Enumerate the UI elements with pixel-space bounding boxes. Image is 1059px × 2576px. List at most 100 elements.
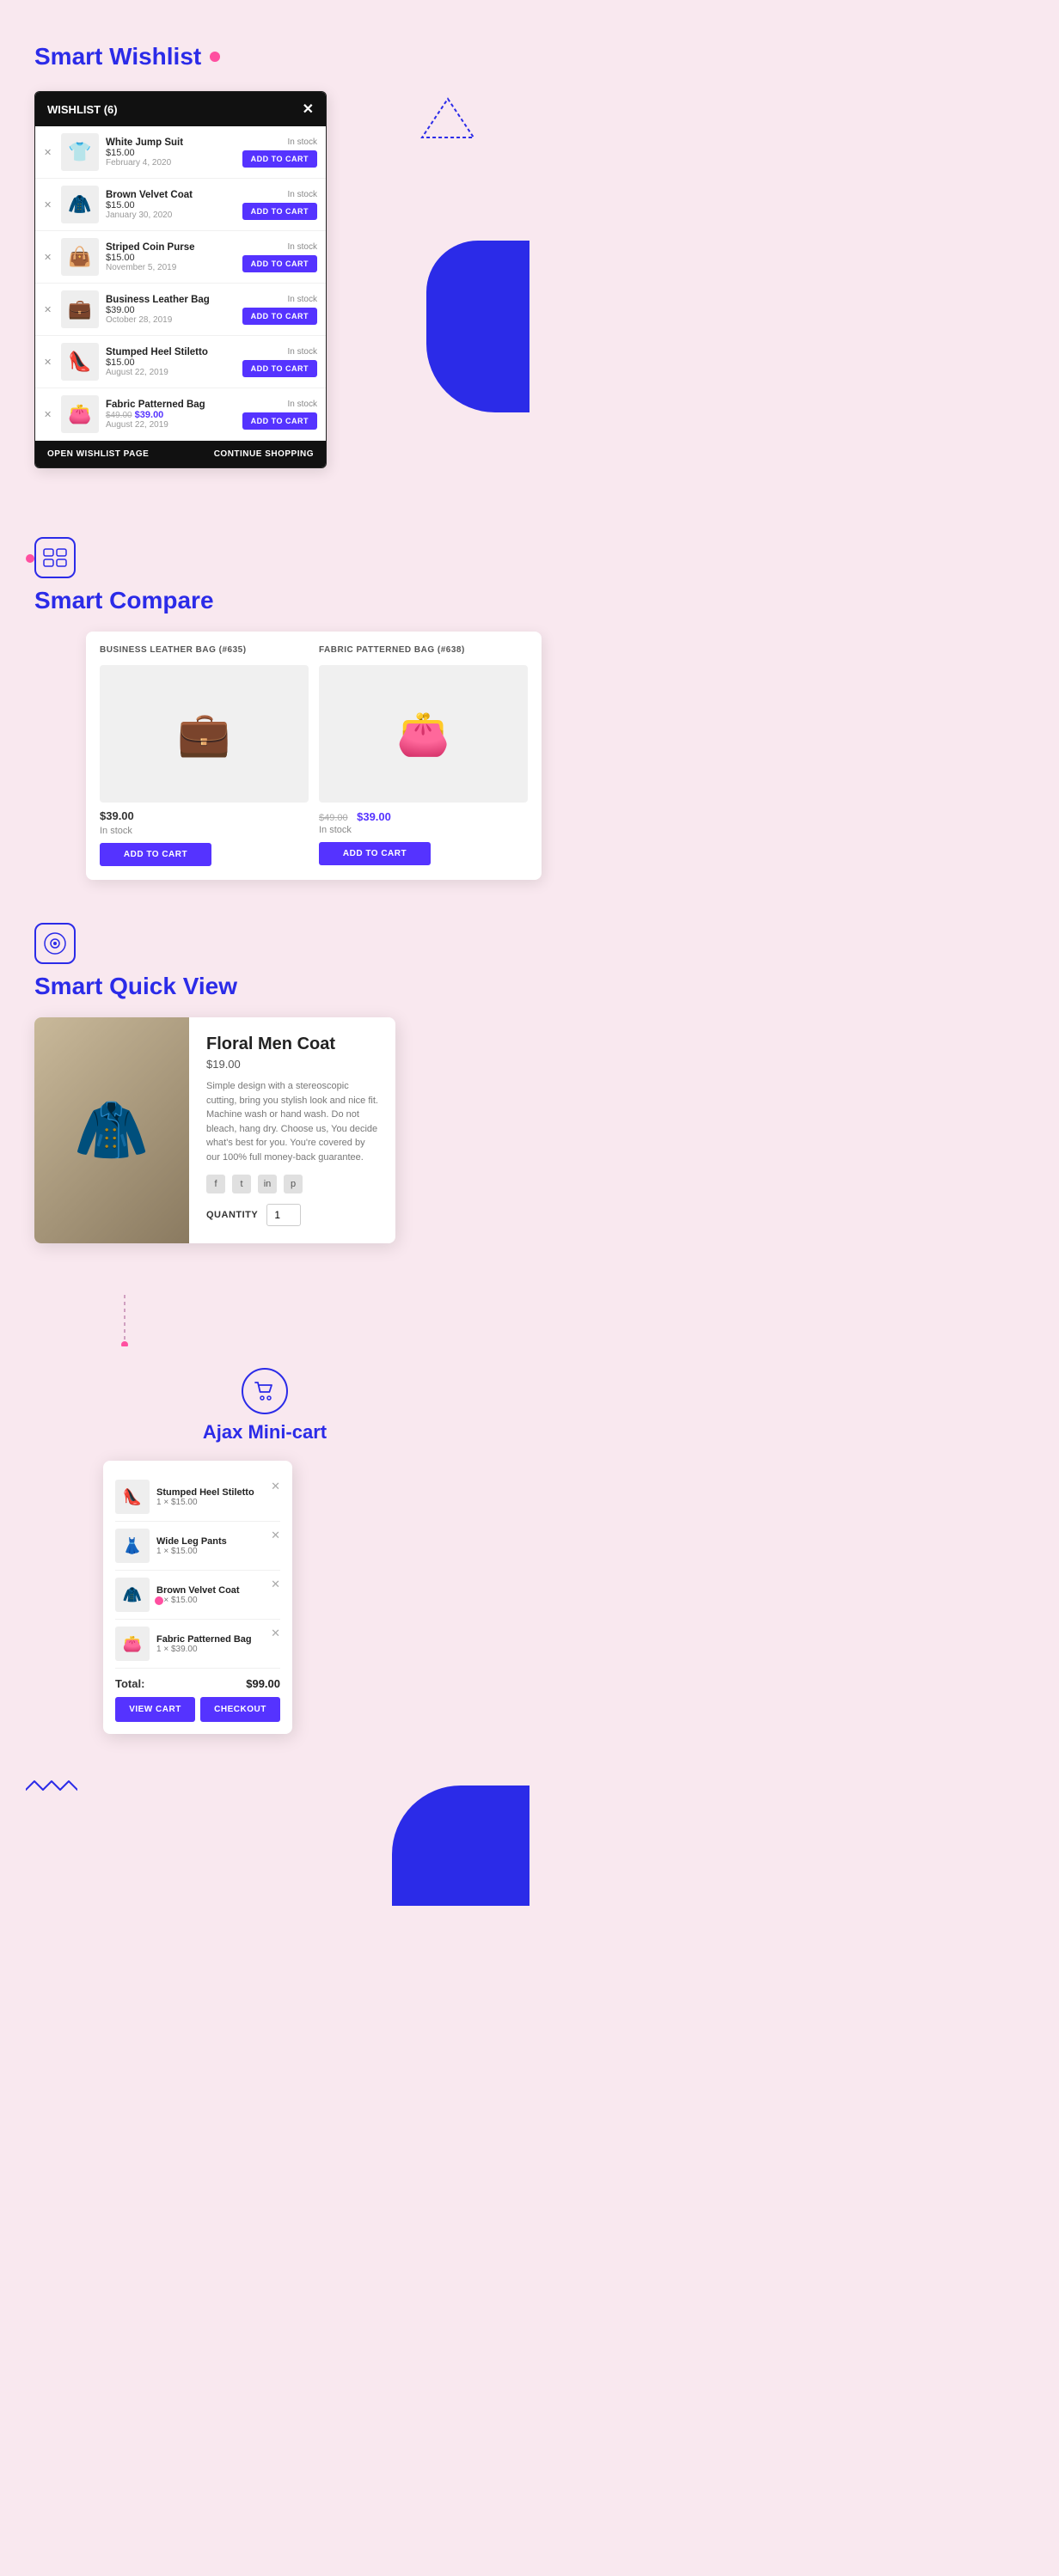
wishlist-item-image-4: 💼 [61,290,99,328]
wishlist-item-info-6: Fabric Patterned Bag $49.00 $39.00 Augus… [106,400,236,430]
minicart-title: Ajax Mini-cart [203,1421,327,1444]
quantity-input[interactable] [266,1204,301,1226]
wishlist-item-right-4: In stock ADD TO CART [242,295,317,325]
compare-col-2: 👛 $49.00 $39.00 In stock ADD TO CART [319,665,528,866]
wishlist-header: WISHLIST (6) ✕ [35,92,326,126]
wishlist-item-right-5: In stock ADD TO CART [242,347,317,377]
minicart-item-image-1: 👠 [115,1480,150,1514]
wishlist-item-right-6: In stock ADD TO CART [242,400,317,430]
minicart-item-remove-3[interactable]: ✕ [271,1578,280,1591]
dashed-connector [120,1295,129,1346]
pink-dot-decoration [26,554,34,563]
minicart-icon [242,1368,288,1414]
quickview-title: Smart Quick View [34,973,495,1000]
linkedin-icon[interactable]: in [258,1175,277,1193]
wishlist-item-remove-5[interactable]: ✕ [44,357,54,368]
quickview-product-name: Floral Men Coat [206,1035,378,1054]
quickview-product-price: $19.00 [206,1058,378,1071]
title-dot [210,52,220,62]
wishlist-item-image-1: 👕 [61,133,99,171]
wishlist-panel: WISHLIST (6) ✕ ✕ 👕 White Jump Suit $15.0… [34,91,327,468]
wishlist-item-date-6: August 22, 2019 [106,420,236,430]
wishlist-add-to-cart-5[interactable]: ADD TO CART [242,360,317,377]
wishlist-item-3: ✕ 👜 Striped Coin Purse $15.00 November 5… [35,231,326,284]
wishlist-title-bar: WISHLIST (6) [47,103,118,116]
wishlist-item-date-3: November 5, 2019 [106,263,236,272]
wishlist-section: Smart Wishlist WISHLIST (6) ✕ ✕ 👕 White … [0,0,530,503]
wishlist-item-status-3: In stock [288,242,317,252]
wishlist-item-price-6: $49.00 $39.00 [106,410,236,420]
minicart-item-info-2: Wide Leg Pants 1 × $15.00 [156,1536,280,1556]
quickview-icon-wrapper [34,923,76,964]
compare-add-cart-1-button[interactable]: ADD TO CART [100,843,211,866]
wishlist-item-info-1: White Jump Suit $15.00 February 4, 2020 [106,137,236,168]
wishlist-item-right-3: In stock ADD TO CART [242,242,317,272]
wishlist-item-status-2: In stock [288,190,317,199]
wishlist-item-image-6: 👛 [61,395,99,433]
minicart-item-qty-price-2: 1 × $15.00 [156,1547,280,1556]
quickview-section: Smart Quick View 🧥 Floral Men Coat $19.0… [0,897,530,1261]
compare-add-cart-2-button[interactable]: ADD TO CART [319,842,431,865]
wishlist-item-status-4: In stock [288,295,317,304]
minicart-item-remove-4[interactable]: ✕ [271,1627,280,1640]
wishlist-item-remove-3[interactable]: ✕ [44,252,54,263]
facebook-icon[interactable]: f [206,1175,225,1193]
minicart-item-1: 👠 Stumped Heel Stiletto 1 × $15.00 ✕ [115,1473,280,1522]
quickview-content: Floral Men Coat $19.00 Simple design wit… [189,1017,395,1243]
wishlist-item-status-1: In stock [288,137,317,147]
compare-product-1-stock: In stock [100,826,309,836]
wishlist-add-to-cart-1[interactable]: ADD TO CART [242,150,317,168]
minicart-item-name-1: Stumped Heel Stiletto [156,1487,280,1498]
compare-product-1-price: $39.00 [100,809,309,822]
compare-columns: 💼 $39.00 In stock ADD TO CART 👛 $49.00 $… [100,665,528,866]
compare-product-1-image: 💼 [100,665,309,803]
wishlist-item-4: ✕ 💼 Business Leather Bag $39.00 October … [35,284,326,336]
wishlist-item-right-2: In stock ADD TO CART [242,190,317,220]
minicart-total-label: Total: [115,1677,144,1690]
quickview-product-description: Simple design with a stereoscopic cuttin… [206,1079,378,1164]
checkout-button[interactable]: CHECKOUT [200,1697,280,1722]
compare-product-2-price-row: $49.00 $39.00 [319,809,528,825]
pinterest-icon[interactable]: p [284,1175,303,1193]
wishlist-item-info-2: Brown Velvet Coat $15.00 January 30, 202… [106,190,236,220]
wishlist-add-to-cart-2[interactable]: ADD TO CART [242,203,317,220]
blue-blob-decoration [426,241,530,412]
view-cart-button[interactable]: VIEW CART [115,1697,195,1722]
compare-section: Smart Compare BUSINESS LEATHER BAG (#635… [0,503,530,897]
minicart-item-4: 👛 Fabric Patterned Bag 1 × $39.00 ✕ [115,1620,280,1669]
open-wishlist-link[interactable]: OPEN WISHLIST PAGE [47,449,149,459]
minicart-panel: 👠 Stumped Heel Stiletto 1 × $15.00 ✕ 👗 W… [103,1461,292,1734]
wishlist-item-name-6: Fabric Patterned Bag [106,400,236,410]
wishlist-footer: OPEN WISHLIST PAGE CONTINUE SHOPPING [35,441,326,467]
wishlist-item-price-1: $15.00 [106,148,236,158]
quantity-label: QUANTITY [206,1210,258,1220]
wishlist-add-to-cart-3[interactable]: ADD TO CART [242,255,317,272]
compare-product-2-image: 👛 [319,665,528,803]
wishlist-item-remove-2[interactable]: ✕ [44,199,54,211]
wishlist-close-button[interactable]: ✕ [303,101,314,118]
minicart-items-list: 👠 Stumped Heel Stiletto 1 × $15.00 ✕ 👗 W… [115,1473,280,1669]
wishlist-item-remove-4[interactable]: ✕ [44,304,54,315]
wishlist-add-to-cart-4[interactable]: ADD TO CART [242,308,317,325]
wishlist-item-name-3: Striped Coin Purse [106,242,236,253]
minicart-item-name-3: Brown Velvet Coat [156,1585,280,1596]
wishlist-item-remove-1[interactable]: ✕ [44,147,54,158]
minicart-item-qty-price-4: 1 × $39.00 [156,1645,280,1654]
minicart-item-remove-2[interactable]: ✕ [271,1529,280,1542]
minicart-item-3: 🧥 Brown Velvet Coat 2 × $15.00 ✕ [115,1571,280,1620]
zigzag-icon [26,1773,77,1798]
wishlist-item-remove-6[interactable]: ✕ [44,409,54,420]
twitter-icon[interactable]: t [232,1175,251,1193]
wishlist-add-to-cart-6[interactable]: ADD TO CART [242,412,317,430]
continue-shopping-link[interactable]: CONTINUE SHOPPING [214,449,314,459]
minicart-total-amount: $99.00 [246,1677,280,1690]
wishlist-item-image-3: 👜 [61,238,99,276]
wishlist-item-status-5: In stock [288,347,317,357]
quickview-icon [43,931,67,955]
wishlist-item-date-5: August 22, 2019 [106,368,236,377]
minicart-item-remove-1[interactable]: ✕ [271,1480,280,1493]
minicart-item-qty-price-1: 1 × $15.00 [156,1498,280,1507]
wishlist-item-image-5: 👠 [61,343,99,381]
wishlist-item-name-4: Business Leather Bag [106,295,236,305]
wishlist-item-5: ✕ 👠 Stumped Heel Stiletto $15.00 August … [35,336,326,388]
